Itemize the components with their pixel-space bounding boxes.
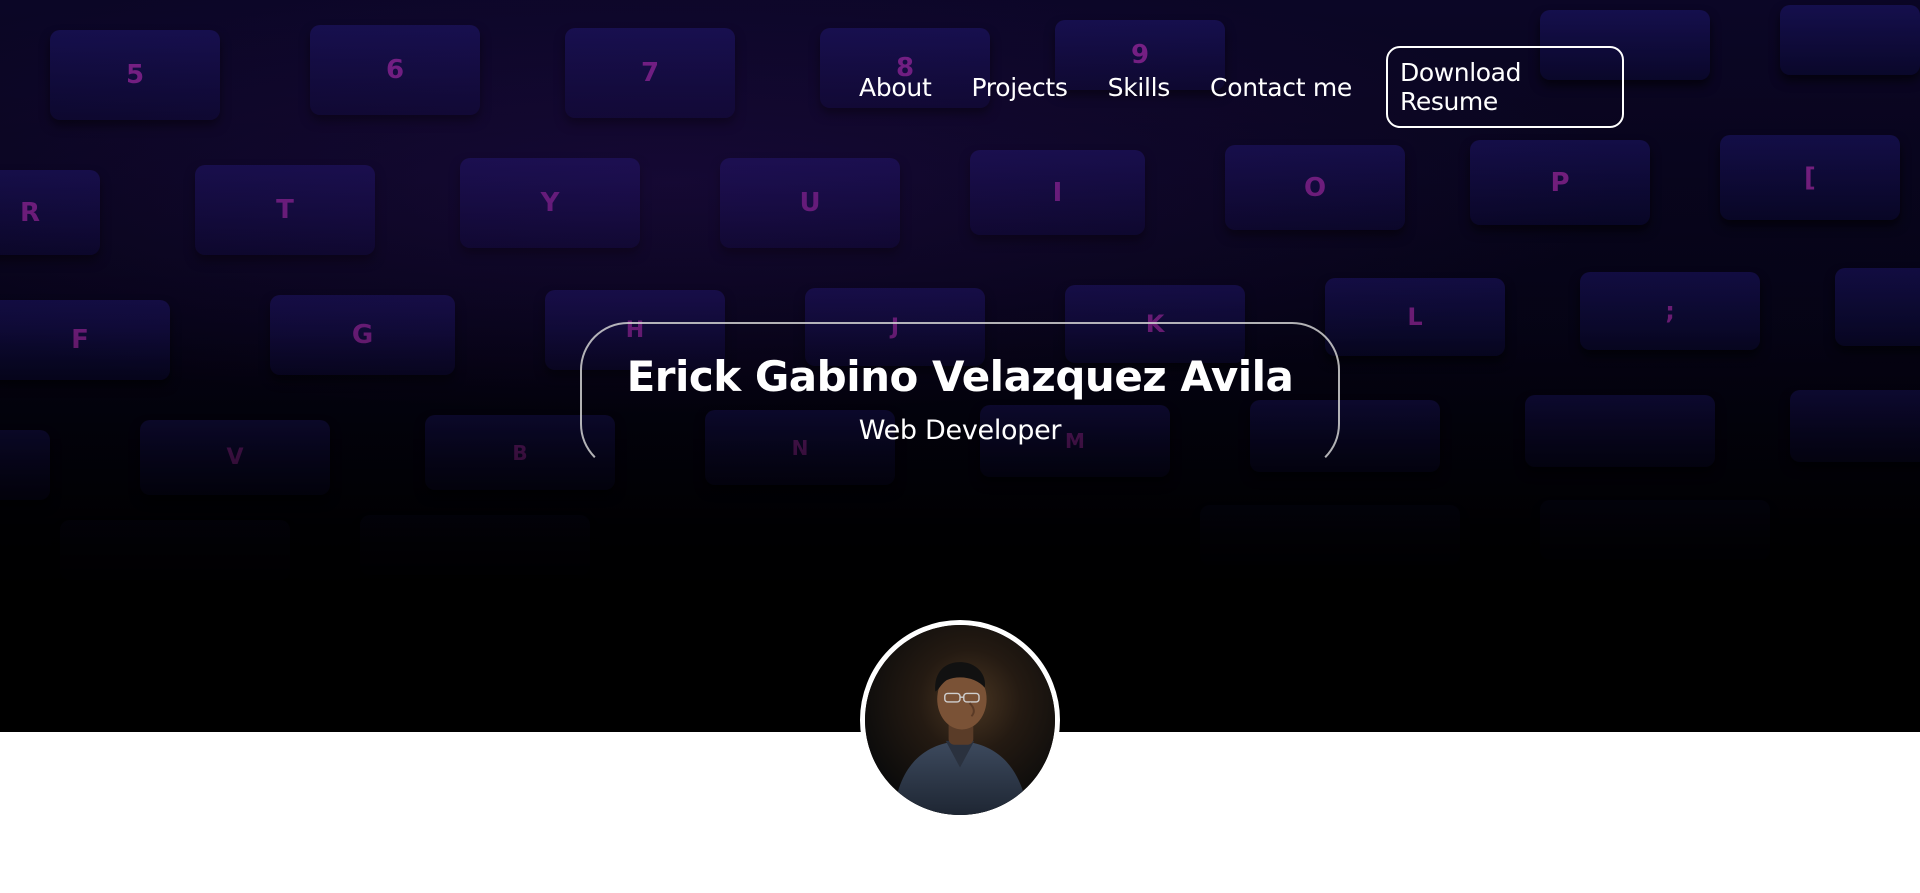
avatar	[860, 620, 1060, 820]
hero-title-card: Erick Gabino Velazquez Avila Web Develop…	[580, 322, 1340, 472]
download-resume-button[interactable]: Download Resume	[1386, 46, 1624, 128]
nav-link-about[interactable]: About	[859, 73, 932, 102]
page: 5 6 7 8 9 R T Y U I O P [ F G H J K L ;	[0, 0, 1920, 893]
top-navigation: About Projects Skills Contact me Downloa…	[859, 46, 1624, 128]
job-title: Web Developer	[858, 415, 1062, 446]
nav-link-contact[interactable]: Contact me	[1210, 73, 1352, 102]
page-title: Erick Gabino Velazquez Avila	[626, 352, 1294, 401]
nav-link-skills[interactable]: Skills	[1108, 73, 1171, 102]
nav-link-projects[interactable]: Projects	[971, 73, 1067, 102]
profile-photo-icon	[865, 625, 1055, 815]
